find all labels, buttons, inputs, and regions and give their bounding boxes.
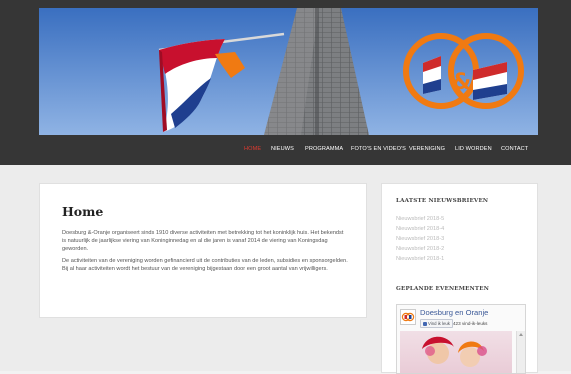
facebook-like-label: Vind ik leuk	[428, 321, 450, 326]
nav-item-contact[interactable]: CONTACT	[501, 146, 528, 152]
site-header: & HOME NIEUWS PROGRAMMA FOTO'S EN VIDEO'…	[0, 0, 571, 165]
newsletter-link[interactable]: Nieuwsbrief 2018-4	[396, 226, 444, 232]
main-content-card: Home Doesburg &-Oranje organiseert sinds…	[39, 183, 367, 318]
newsletter-link[interactable]: Nieuwsbrief 2018-5	[396, 216, 444, 222]
thumbs-up-icon	[423, 321, 427, 326]
facebook-like-count: 423 vind-ik-leuks	[453, 321, 488, 326]
newsletter-link[interactable]: Nieuwsbrief 2018-1	[396, 256, 444, 262]
sidebar: LAATSTE NIEUWSBRIEVEN Nieuwsbrief 2018-5…	[381, 183, 538, 374]
events-heading: GEPLANDE EVENEMENTEN	[396, 286, 490, 292]
nav-item-vereniging[interactable]: VERENIGING	[409, 146, 445, 152]
scroll-up-icon	[519, 333, 523, 336]
nav-item-programma[interactable]: PROGRAMMA	[305, 146, 343, 152]
facebook-page-name[interactable]: Doesburg en Oranje	[420, 308, 488, 317]
cover-photo-image	[422, 336, 487, 367]
nav-item-lid-worden[interactable]: LID WORDEN	[455, 146, 492, 152]
hero-banner: &	[39, 8, 538, 135]
newsletter-link[interactable]: Nieuwsbrief 2018-2	[396, 246, 444, 252]
intro-paragraph: Doesburg &-Oranje organiseert sinds 1910…	[62, 230, 344, 252]
nav-item-home[interactable]: HOME	[244, 146, 261, 152]
page-title: Home	[62, 204, 104, 219]
facebook-page-logo[interactable]	[400, 309, 416, 325]
facebook-widget-scrollbar[interactable]	[516, 331, 525, 373]
main-navigation: HOME NIEUWS PROGRAMMA FOTO'S EN VIDEO'S …	[0, 140, 571, 160]
newsletter-link[interactable]: Nieuwsbrief 2018-3	[396, 236, 444, 242]
nav-item-nieuws[interactable]: NIEUWS	[271, 146, 294, 152]
hero-image: &	[39, 8, 538, 135]
facebook-page-widget: Doesburg en Oranje Vind ik leuk 423 vind…	[396, 304, 526, 374]
logo-mini-icon	[401, 312, 415, 322]
funding-paragraph: De activiteiten van de vereniging worden…	[62, 258, 348, 272]
facebook-cover-photo[interactable]	[400, 331, 512, 373]
facebook-like-button[interactable]: Vind ik leuk	[420, 319, 453, 328]
nav-item-fotos-en-videos[interactable]: FOTO'S EN VIDEO'S	[351, 146, 406, 152]
newsletters-heading: LAATSTE NIEUWSBRIEVEN	[396, 198, 489, 204]
logo-ampersand: &	[452, 70, 471, 95]
